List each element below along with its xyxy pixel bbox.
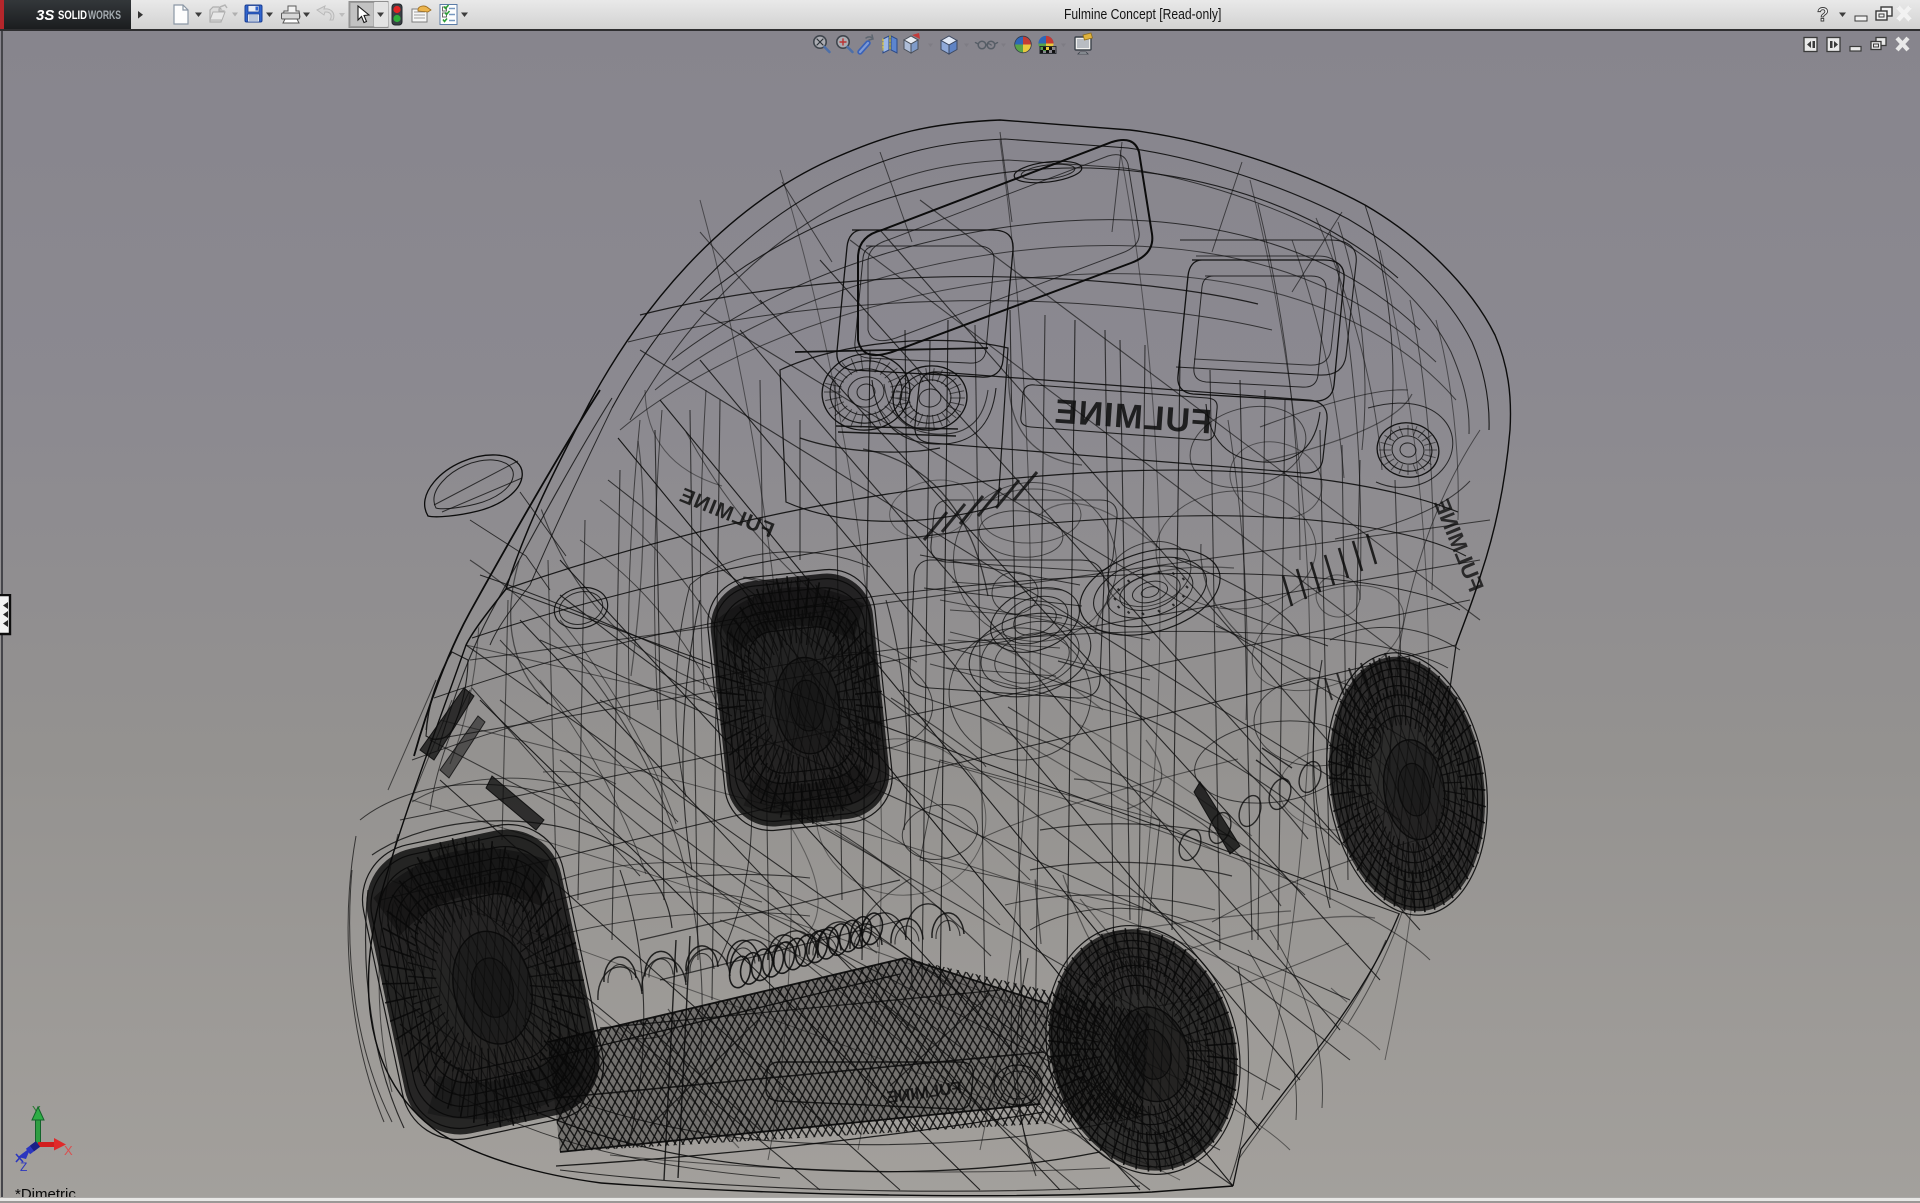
svg-text:X: X [64, 1143, 73, 1158]
svg-text:Z: Z [20, 1160, 27, 1174]
svg-text:FULMINE: FULMINE [1053, 393, 1213, 442]
svg-text:?: ? [1817, 5, 1829, 26]
svg-text:SOLID: SOLID [58, 8, 87, 22]
svg-text:FULMINE: FULMINE [1429, 495, 1489, 595]
svg-text:3S: 3S [36, 7, 54, 24]
svg-text:WORKS: WORKS [88, 8, 121, 22]
